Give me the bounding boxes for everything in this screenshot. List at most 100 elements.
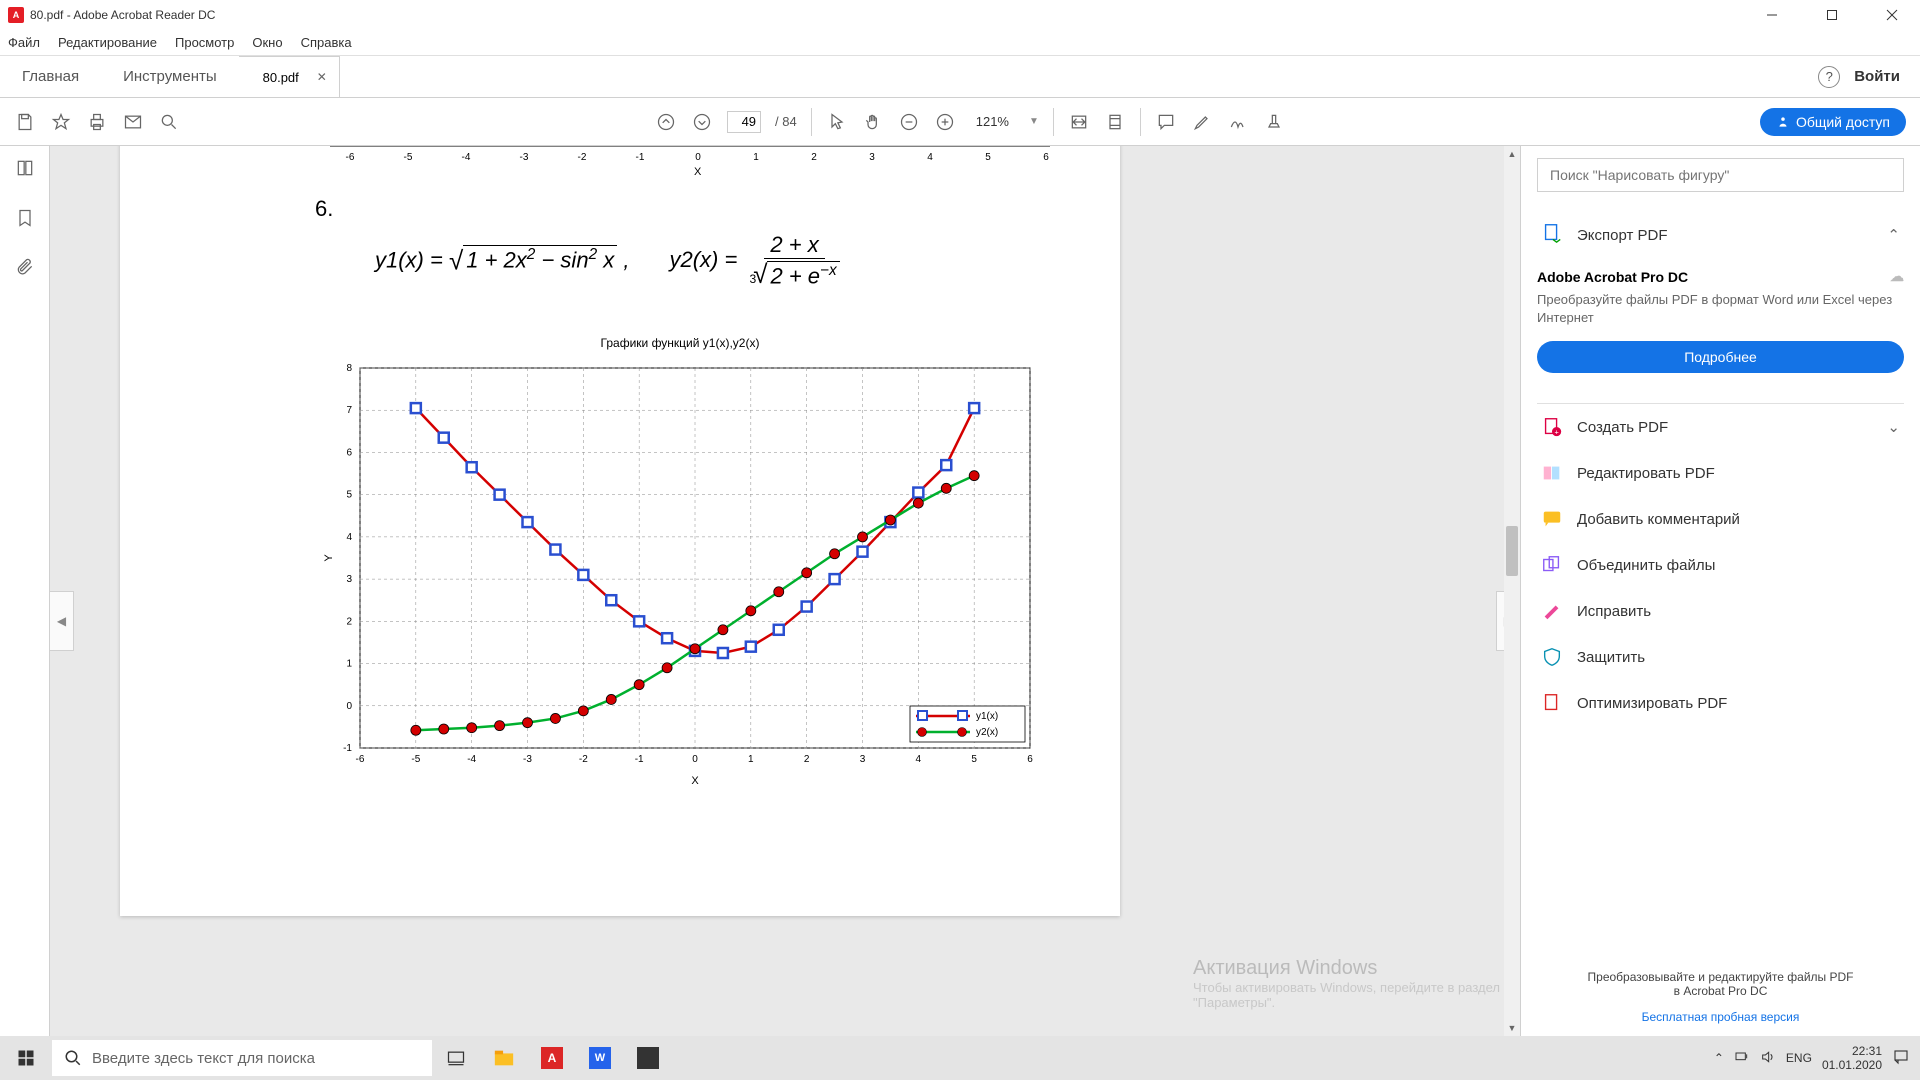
scroll-down-arrow[interactable]: ▼ — [1504, 1020, 1520, 1036]
language-indicator[interactable]: ENG — [1786, 1051, 1812, 1065]
notifications-icon[interactable] — [1892, 1048, 1910, 1069]
svg-text:7: 7 — [346, 405, 352, 416]
scroll-up-arrow[interactable]: ▲ — [1504, 146, 1520, 162]
svg-text:-1: -1 — [636, 152, 645, 163]
stamp-icon[interactable] — [1263, 111, 1285, 133]
zoom-in-icon[interactable] — [934, 111, 956, 133]
mail-icon[interactable] — [122, 111, 144, 133]
task-view-button[interactable] — [432, 1036, 480, 1080]
svg-text:2: 2 — [804, 754, 810, 765]
tab-tools[interactable]: Инструменты — [101, 56, 239, 97]
tab-home[interactable]: Главная — [0, 56, 101, 97]
help-icon[interactable]: ? — [1818, 66, 1840, 88]
svg-text:-4: -4 — [467, 754, 476, 765]
svg-text:5: 5 — [971, 754, 977, 765]
create-pdf-icon: + — [1541, 416, 1563, 438]
comment-label: Добавить комментарий — [1577, 511, 1740, 528]
scrollbar-thumb[interactable] — [1506, 526, 1518, 576]
menu-view[interactable]: Просмотр — [175, 35, 234, 50]
eq-y2: y2(x) = 2 + x 3√2 + e−x — [669, 232, 845, 290]
tools-search-input[interactable] — [1537, 158, 1904, 192]
explorer-app-icon[interactable] — [480, 1036, 528, 1080]
page-number-input[interactable] — [727, 111, 761, 133]
taskbar-search-placeholder: Введите здесь текст для поиска — [92, 1050, 315, 1067]
hand-tool-icon[interactable] — [862, 111, 884, 133]
zoom-dropdown-icon[interactable]: ▼ — [1029, 116, 1039, 127]
svg-text:1: 1 — [346, 659, 352, 670]
window-minimize-button[interactable] — [1752, 1, 1792, 29]
select-tool-icon[interactable] — [826, 111, 848, 133]
save-icon[interactable] — [14, 111, 36, 133]
comment-tool-icon — [1541, 508, 1563, 530]
export-pdf-icon — [1541, 222, 1563, 248]
fit-width-icon[interactable] — [1068, 111, 1090, 133]
attachment-icon[interactable] — [13, 256, 37, 280]
page-down-icon[interactable] — [691, 111, 713, 133]
menu-window[interactable]: Окно — [252, 35, 282, 50]
svg-text:-5: -5 — [411, 754, 420, 765]
word-app-icon[interactable]: W — [576, 1036, 624, 1080]
tab-row: Главная Инструменты 80.pdf ✕ ? Войти — [0, 56, 1920, 98]
vertical-scrollbar[interactable]: ▲ ▼ — [1504, 146, 1520, 1036]
volume-icon[interactable] — [1760, 1049, 1776, 1068]
optimize-item[interactable]: Оптимизировать PDF — [1537, 680, 1904, 726]
chart-svg: -6-5-4-3-2-10123456-1012345678XYy1(x)y2(… — [320, 358, 1040, 788]
edit-pdf-item[interactable]: Редактировать PDF — [1537, 450, 1904, 496]
acrobat-app-icon[interactable]: A — [528, 1036, 576, 1080]
svg-text:1: 1 — [748, 754, 754, 765]
other-app-icon[interactable] — [624, 1036, 672, 1080]
bookmark-icon[interactable] — [13, 206, 37, 230]
toolbar-divider — [1053, 108, 1054, 136]
left-nav-rail — [0, 146, 50, 1036]
taskbar-search-input[interactable]: Введите здесь текст для поиска — [52, 1040, 432, 1076]
chart-title: Графики функций y1(x),y2(x) — [320, 336, 1040, 350]
svg-text:5: 5 — [985, 152, 991, 163]
window-maximize-button[interactable] — [1812, 1, 1852, 29]
app-icon: A — [8, 7, 24, 23]
tab-close-icon[interactable]: ✕ — [317, 70, 327, 84]
protect-item[interactable]: Защитить — [1537, 634, 1904, 680]
menu-file[interactable]: Файл — [8, 35, 40, 50]
taskbar-clock[interactable]: 22:31 01.01.2020 — [1822, 1044, 1882, 1073]
create-pdf-item[interactable]: + Создать PDF ⌄ — [1537, 404, 1904, 450]
search-icon[interactable] — [158, 111, 180, 133]
comment-icon[interactable] — [1155, 111, 1177, 133]
fit-page-icon[interactable] — [1104, 111, 1126, 133]
chart-container: Графики функций y1(x),y2(x) -6-5-4-3-2-1… — [320, 336, 1040, 793]
star-icon[interactable] — [50, 111, 72, 133]
svg-text:0: 0 — [346, 701, 352, 712]
toolbar-divider — [811, 108, 812, 136]
free-trial-link[interactable]: Бесплатная пробная версия — [1537, 1010, 1904, 1024]
fix-item[interactable]: Исправить — [1537, 588, 1904, 634]
svg-text:4: 4 — [916, 754, 922, 765]
page-up-icon[interactable] — [655, 111, 677, 133]
zoom-out-icon[interactable] — [898, 111, 920, 133]
tray-chevron-icon[interactable]: ⌃ — [1714, 1051, 1724, 1065]
combine-item[interactable]: Объединить файлы — [1537, 542, 1904, 588]
highlight-icon[interactable] — [1191, 111, 1213, 133]
learn-more-button[interactable]: Подробнее — [1537, 341, 1904, 373]
zoom-value[interactable]: 121% — [970, 112, 1015, 131]
network-icon[interactable] — [1734, 1049, 1750, 1068]
fix-label: Исправить — [1577, 603, 1651, 620]
menu-bar: Файл Редактирование Просмотр Окно Справк… — [0, 30, 1920, 56]
thumbnails-icon[interactable] — [13, 156, 37, 180]
sign-icon[interactable] — [1227, 111, 1249, 133]
panel-footer-note: Преобразовывайте и редактируйте файлы PD… — [1537, 962, 1904, 1006]
svg-text:0: 0 — [695, 152, 701, 163]
print-icon[interactable] — [86, 111, 108, 133]
document-viewport[interactable]: ◀ ▶ ▲ ▼ -6-5-4 -3-2-1 012 345 6 — [50, 146, 1520, 1036]
menu-help[interactable]: Справка — [301, 35, 352, 50]
start-button[interactable] — [0, 1036, 52, 1080]
comment-item[interactable]: Добавить комментарий — [1537, 496, 1904, 542]
tab-document[interactable]: 80.pdf ✕ — [239, 56, 340, 97]
prev-page-arrow[interactable]: ◀ — [50, 591, 74, 651]
svg-text:Y: Y — [323, 554, 335, 562]
svg-text:8: 8 — [346, 363, 352, 374]
menu-edit[interactable]: Редактирование — [58, 35, 157, 50]
export-pdf-header[interactable]: Экспорт PDF ⌃ — [1537, 210, 1904, 254]
window-close-button[interactable] — [1872, 1, 1912, 29]
svg-text:5: 5 — [346, 490, 352, 501]
share-button[interactable]: Общий доступ — [1760, 108, 1906, 136]
login-button[interactable]: Войти — [1854, 68, 1900, 85]
